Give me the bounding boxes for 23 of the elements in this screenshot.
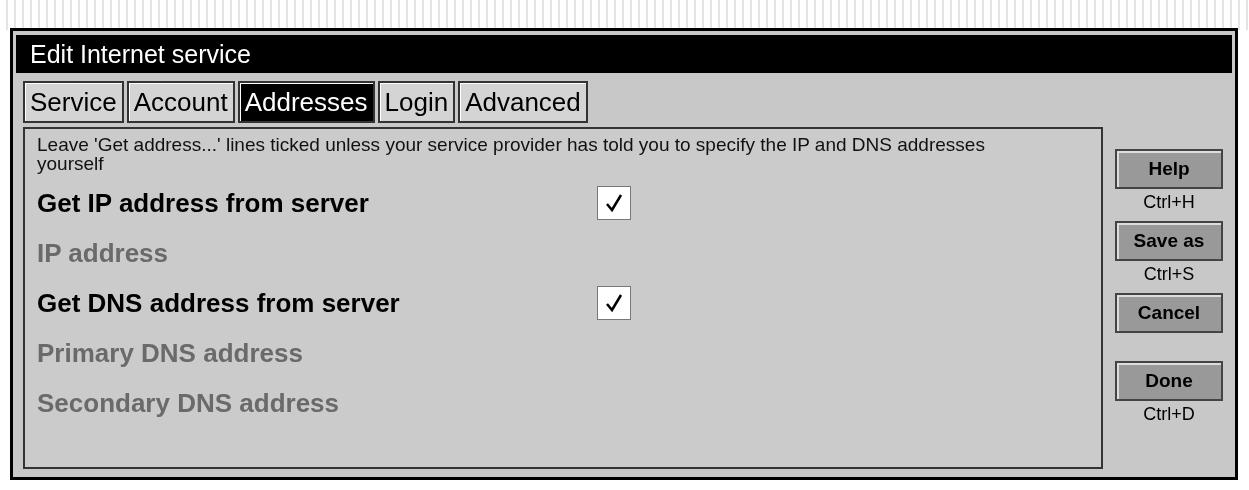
field-label: Secondary DNS address [37,387,340,419]
option-label: Get DNS address from server [37,287,401,319]
tab[interactable]: Addresses [237,81,375,123]
shortcut-label: Ctrl+D [1143,404,1195,425]
action-button[interactable]: Help [1115,149,1223,189]
checkbox[interactable] [597,286,631,320]
option-label: Get IP address from server [37,187,370,219]
window-title: Edit Internet service [16,35,1232,73]
action-button[interactable]: Save as [1115,221,1223,261]
tab[interactable]: Account [126,81,235,123]
tick-icon [605,293,623,313]
shortcut-label: Ctrl+H [1143,192,1195,213]
tab[interactable]: Login [377,81,456,123]
action-button[interactable]: Cancel [1115,293,1223,333]
tick-icon [605,193,623,213]
shortcut-label: Ctrl+S [1143,264,1195,285]
field-label: IP address [37,237,170,269]
description-text: Leave 'Get address...' lines ticked unless your service provider has told you to specify the IP and DNS addresses yourself [37,135,986,173]
checkbox[interactable] [597,186,631,220]
tab[interactable]: Advanced [458,81,588,123]
tab[interactable]: Service [23,81,124,123]
field-label: Primary DNS address [37,337,304,369]
action-button[interactable]: Done [1115,361,1223,401]
